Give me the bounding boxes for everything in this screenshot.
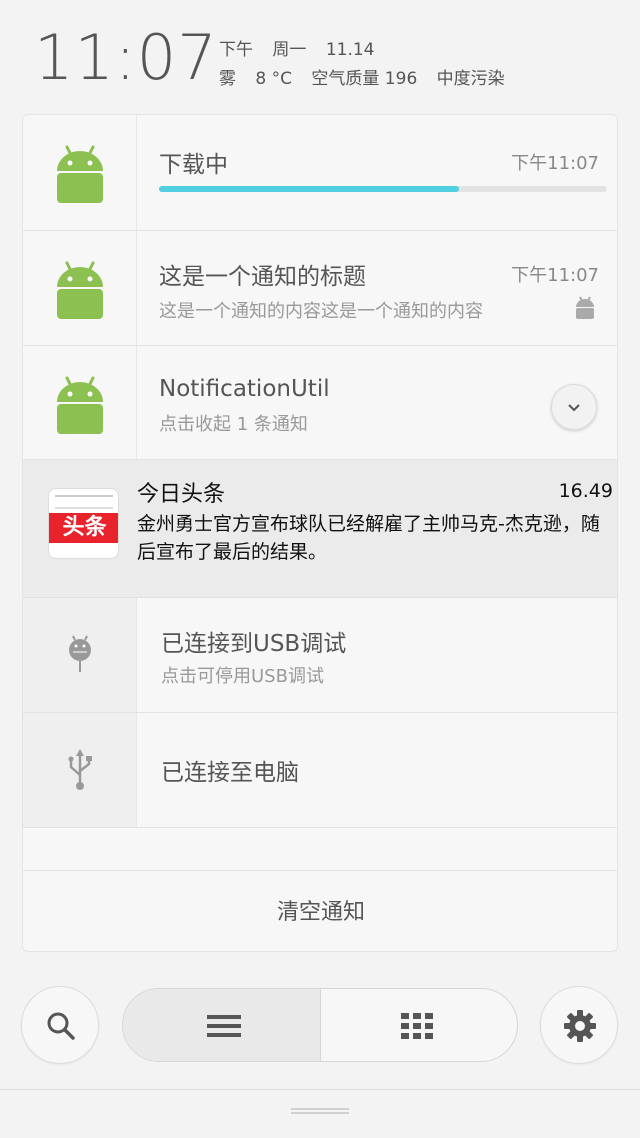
status-header: 11:07 下午 周一 11.14 雾 8 °C 空气质量 196 中度污染 bbox=[0, 0, 640, 110]
notification-sample[interactable]: 这是一个通知的标题 下午11:07 这是一个通知的内容这是一个通知的内容 bbox=[23, 231, 617, 346]
list-icon bbox=[207, 1015, 241, 1037]
usb-icon bbox=[68, 749, 92, 790]
android-icon bbox=[57, 376, 103, 434]
drag-handle[interactable] bbox=[291, 1108, 349, 1114]
notification-group[interactable]: NotificationUtil 点击收起 1 条通知 bbox=[23, 346, 617, 460]
notification-subtitle: 点击可停用USB调试 bbox=[161, 666, 324, 687]
pollution-label: 中度污染 bbox=[436, 69, 505, 89]
date-label: 11.14 bbox=[325, 40, 375, 60]
toutiao-logo: 头条 bbox=[48, 488, 119, 559]
gear-icon bbox=[564, 1010, 596, 1042]
period-label: 下午 bbox=[219, 40, 253, 60]
notification-content: 金州勇士官方宣布球队已经解雇了主帅马克-杰克逊，随后宣布了最后的结果。 bbox=[137, 513, 600, 563]
toutiao-logo-text: 头条 bbox=[49, 513, 118, 543]
toggles-tab[interactable] bbox=[321, 989, 517, 1061]
notifications-tab[interactable] bbox=[123, 989, 321, 1061]
notification-panel: 下载中 下午11:07 这是一个通知的标题 下午11:07 这是一个通知的内容这… bbox=[22, 114, 618, 952]
notification-time: 下午11:07 bbox=[511, 265, 599, 286]
android-icon bbox=[57, 261, 103, 319]
notification-toutiao[interactable]: 头条 今日头条 16.49 金州勇士官方宣布球队已经解雇了主帅马克-杰克逊，随后… bbox=[23, 460, 617, 598]
notification-download[interactable]: 下载中 下午11:07 bbox=[23, 115, 617, 231]
weekday-label: 周一 bbox=[272, 40, 307, 60]
notification-subtitle: 点击收起 1 条通知 bbox=[159, 414, 308, 435]
notification-time: 下午11:07 bbox=[511, 153, 599, 174]
date-line: 下午 周一 11.14 bbox=[219, 35, 388, 60]
android-icon bbox=[57, 145, 103, 203]
notification-title: 已连接至电脑 bbox=[161, 760, 299, 786]
air-quality-label: 空气质量 196 bbox=[311, 69, 418, 89]
notification-title: 这是一个通知的标题 bbox=[159, 264, 366, 290]
chevron-down-icon bbox=[568, 404, 580, 412]
download-progress-fill bbox=[159, 186, 460, 192]
debug-android-icon bbox=[69, 635, 91, 672]
search-icon bbox=[47, 1012, 75, 1040]
grid-icon bbox=[401, 1013, 433, 1039]
download-progress-bar bbox=[159, 186, 607, 192]
android-small-icon bbox=[576, 296, 594, 319]
clear-notifications-button[interactable]: 清空通知 bbox=[23, 871, 617, 951]
view-toggle bbox=[122, 988, 518, 1062]
notification-title: 下载中 bbox=[159, 152, 228, 178]
collapse-button[interactable] bbox=[551, 384, 597, 430]
notification-title: NotificationUtil bbox=[159, 376, 330, 402]
clock: 11:07 bbox=[34, 21, 218, 94]
notification-time: 16.49 bbox=[558, 480, 613, 502]
settings-button[interactable] bbox=[540, 986, 618, 1064]
search-button[interactable] bbox=[21, 986, 99, 1064]
notification-usb-debug[interactable]: 已连接到USB调试 点击可停用USB调试 bbox=[23, 598, 617, 713]
notification-title: 今日头条 bbox=[137, 482, 226, 507]
weather-label: 雾 bbox=[219, 69, 236, 89]
weather-line: 雾 8 °C 空气质量 196 中度污染 bbox=[219, 64, 519, 89]
notification-title: 已连接到USB调试 bbox=[161, 631, 347, 657]
notification-content: 这是一个通知的内容这是一个通知的内容 bbox=[159, 301, 483, 322]
temperature-label: 8 °C bbox=[255, 69, 292, 89]
notification-usb-connected[interactable]: 已连接至电脑 bbox=[23, 713, 617, 828]
